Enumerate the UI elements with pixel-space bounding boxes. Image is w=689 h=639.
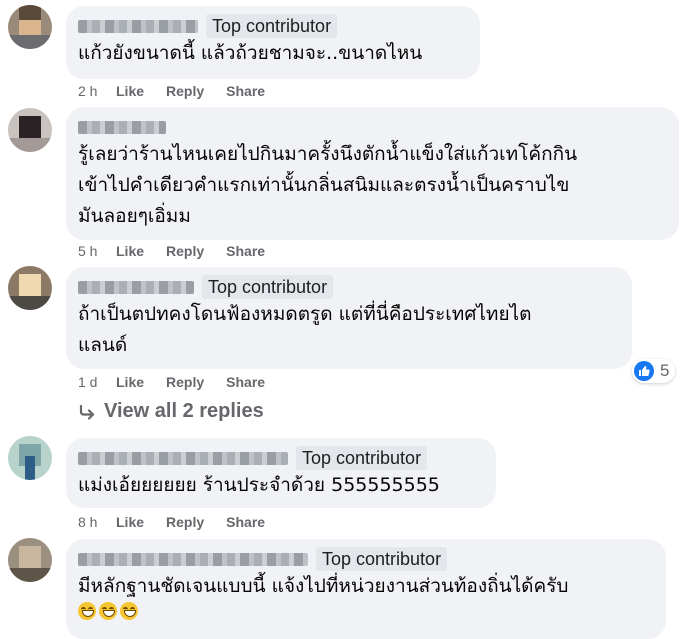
emoji-row	[78, 602, 654, 620]
comment-text: ถ้าเป็นตปทคงโดนฟ้องหมดตรูด แต่ที่นี่คือป…	[78, 303, 532, 356]
reply-button[interactable]: Reply	[166, 243, 204, 259]
comment-text: มีหลักฐานชัดเจนแบบนี้ แจ้งไปที่หน่วยงานส…	[78, 575, 569, 597]
comment-text: แม่งเอ้ยยยยยย ร้านประจำด้วย 555555555	[78, 474, 440, 496]
grinning-face-icon	[78, 602, 96, 620]
avatar[interactable]	[8, 538, 52, 582]
comment-time[interactable]: 1 d	[78, 374, 116, 390]
reaction-count: 5	[660, 361, 670, 380]
comment-time[interactable]: 5 h	[78, 243, 116, 259]
share-button[interactable]: Share	[226, 514, 265, 530]
commenter-name[interactable]	[78, 552, 308, 566]
reaction-summary[interactable]: 5	[632, 359, 676, 383]
avatar[interactable]	[8, 436, 52, 480]
top-contributor-badge: Top contributor	[206, 14, 338, 38]
commenter-name[interactable]	[78, 280, 194, 294]
top-contributor-badge: Top contributor	[296, 446, 428, 470]
share-button[interactable]: Share	[226, 243, 265, 259]
like-button[interactable]: Like	[116, 514, 144, 530]
comment-bubble: Top contributor ถ้าเป็นตปทคงโดนฟ้องหมดตร…	[66, 267, 632, 369]
thumbs-up-icon	[634, 361, 654, 381]
reply-arrow-icon	[79, 404, 95, 420]
comment-text: รู้เลยว่าร้านไหนเคยไปกินมาครั้งนึงตักน้ำ…	[78, 143, 578, 227]
comment-bubble: Top contributor แก้วยังขนาดนี้ แล้วถ้วยช…	[66, 6, 480, 79]
reply-button[interactable]: Reply	[166, 514, 204, 530]
avatar[interactable]	[8, 5, 52, 49]
grinning-face-icon	[99, 602, 117, 620]
reply-button[interactable]: Reply	[166, 83, 204, 99]
view-replies-label: View all 2 replies	[104, 400, 264, 422]
like-button[interactable]: Like	[116, 374, 144, 390]
commenter-name[interactable]	[78, 120, 166, 134]
commenter-name[interactable]	[78, 19, 198, 33]
grinning-face-icon	[120, 602, 138, 620]
like-button[interactable]: Like	[116, 83, 144, 99]
avatar[interactable]	[8, 108, 52, 152]
comment-time[interactable]: 8 h	[78, 514, 116, 530]
like-button[interactable]: Like	[116, 243, 144, 259]
view-replies-link[interactable]: View all 2 replies	[78, 400, 264, 423]
avatar[interactable]	[8, 266, 52, 310]
share-button[interactable]: Share	[226, 83, 265, 99]
comment-bubble: Top contributor แม่งเอ้ยยยยยย ร้านประจำด…	[66, 438, 496, 508]
comment-text: แก้วยังขนาดนี้ แล้วถ้วยชามจะ..ขนาดไหน	[78, 42, 423, 64]
share-button[interactable]: Share	[226, 374, 265, 390]
reply-button[interactable]: Reply	[166, 374, 204, 390]
top-contributor-badge: Top contributor	[202, 275, 334, 299]
commenter-name[interactable]	[78, 451, 288, 465]
comment-bubble: Top contributor มีหลักฐานชัดเจนแบบนี้ แจ…	[66, 539, 666, 639]
comment-bubble: รู้เลยว่าร้านไหนเคยไปกินมาครั้งนึงตักน้ำ…	[66, 107, 679, 240]
top-contributor-badge: Top contributor	[316, 547, 448, 571]
comment-time[interactable]: 2 h	[78, 83, 116, 99]
